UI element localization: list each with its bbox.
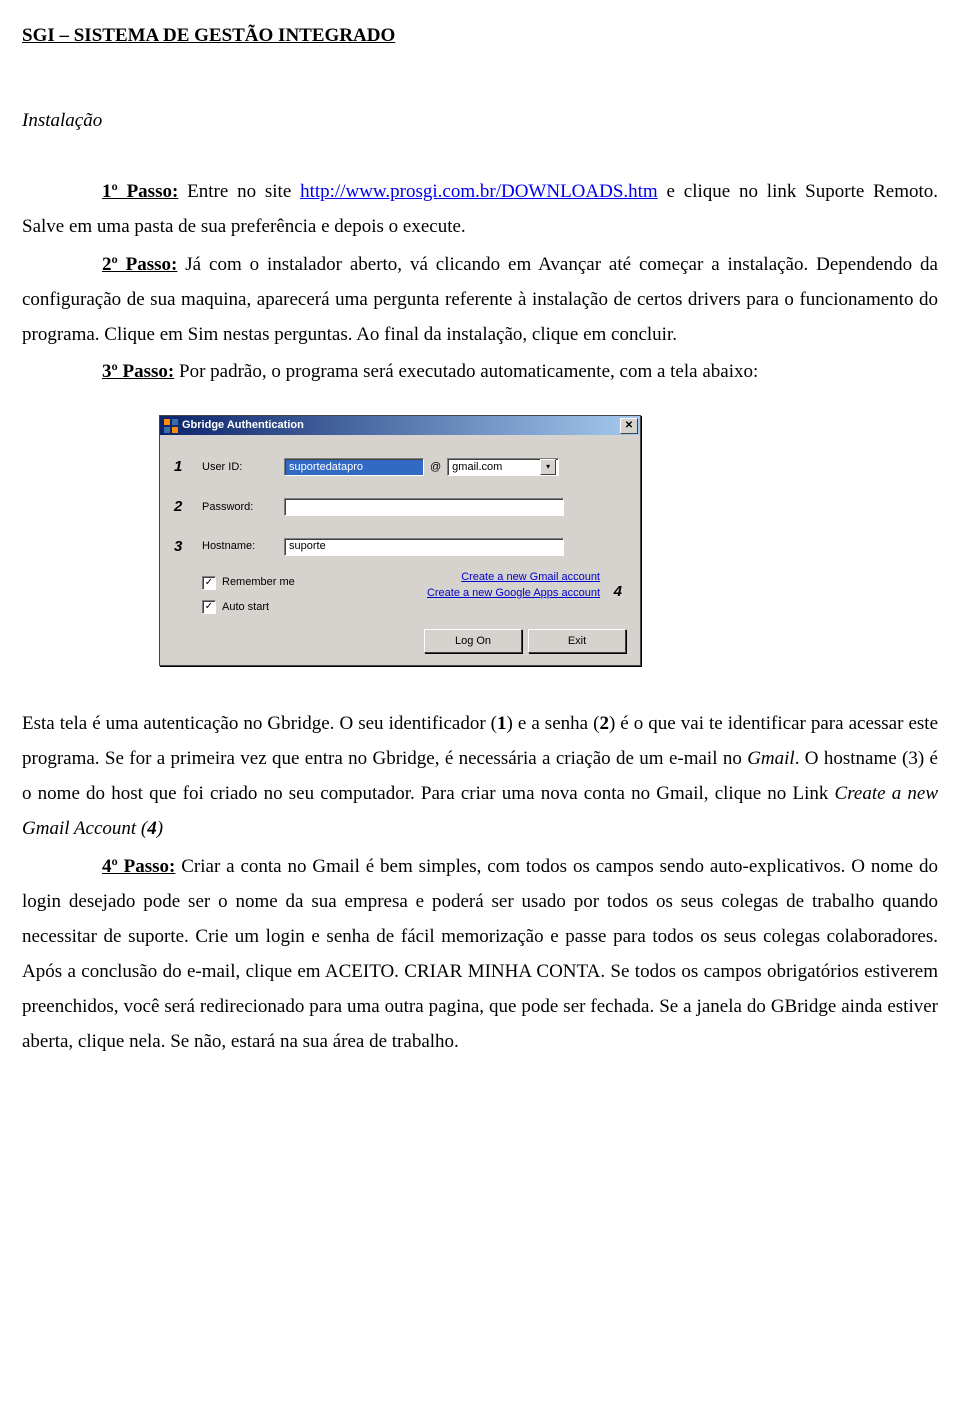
chevron-down-icon[interactable]: ▾	[540, 459, 556, 475]
password-label: Password:	[202, 497, 284, 517]
hostname-label: Hostname:	[202, 536, 284, 556]
log-on-button[interactable]: Log On	[424, 629, 522, 653]
inline-num-2: 2	[599, 713, 609, 734]
password-row: 2 Password:	[174, 493, 626, 521]
explanation-paragraph: Esta tela é uma autenticação no Gbridge.…	[22, 706, 938, 847]
step2-paragraph: 2º Passo: Já com o instalador aberto, vá…	[22, 247, 938, 352]
hostname-row: 3 Hostname: suporte	[174, 533, 626, 561]
gbridge-app-icon	[164, 419, 178, 433]
body2-a: Esta tela é uma autenticação no Gbridge.…	[22, 713, 497, 734]
step3-label: 3º Passo:	[102, 361, 174, 382]
download-url-link[interactable]: http://www.prosgi.com.br/DOWNLOADS.htm	[300, 181, 658, 202]
create-google-apps-link[interactable]: Create a new Google Apps account	[427, 586, 600, 601]
gmail-italic: Gmail	[747, 748, 795, 769]
step2-label: 2º Passo:	[102, 254, 177, 275]
step1-text-before: Entre no site	[178, 181, 300, 202]
domain-select[interactable]: gmail.com ▾	[447, 458, 559, 476]
close-button[interactable]: ✕	[620, 418, 638, 434]
at-symbol: @	[424, 457, 447, 477]
auto-start-label: Auto start	[222, 597, 269, 617]
auto-start-checkbox[interactable]: ✓	[202, 600, 216, 614]
marker-3: 3	[174, 533, 202, 561]
password-input[interactable]	[284, 498, 564, 516]
inline-num-1: 1	[497, 713, 507, 734]
exit-button[interactable]: Exit	[528, 629, 626, 653]
gbridge-auth-dialog: Gbridge Authentication ✕ 1 User ID: supo…	[159, 415, 641, 666]
step4-label: 4º Passo:	[102, 856, 175, 877]
body2-f: )	[157, 818, 163, 839]
step4-text: Criar a conta no Gmail é bem simples, co…	[22, 856, 938, 1053]
body2-e: (	[136, 818, 147, 839]
step1-label: 1º Passo:	[102, 181, 178, 202]
section-heading: Instalação	[22, 103, 938, 138]
step1-paragraph: 1º Passo: Entre no site http://www.prosg…	[22, 174, 938, 244]
hostname-input[interactable]: suporte	[284, 538, 564, 556]
userid-input[interactable]: suportedatapro	[284, 458, 424, 476]
document-title: SGI – SISTEMA DE GESTÃO INTEGRADO	[22, 18, 938, 53]
body2-b: ) e a senha (	[507, 713, 600, 734]
remember-me-checkbox[interactable]: ✓	[202, 576, 216, 590]
marker-4: 4	[614, 578, 622, 606]
remember-me-label: Remember me	[222, 572, 295, 592]
marker-2: 2	[174, 493, 202, 521]
create-gmail-link[interactable]: Create a new Gmail account	[427, 570, 600, 585]
step3-text: Por padrão, o programa será executado au…	[174, 361, 758, 382]
step4-paragraph: 4º Passo: Criar a conta no Gmail é bem s…	[22, 849, 938, 1060]
inline-num-4: 4	[147, 818, 157, 839]
userid-row: 1 User ID: suportedatapro @ gmail.com ▾	[174, 453, 626, 481]
dialog-titlebar: Gbridge Authentication ✕	[160, 416, 640, 435]
dialog-title: Gbridge Authentication	[182, 415, 304, 435]
marker-1: 1	[174, 453, 202, 481]
userid-label: User ID:	[202, 457, 284, 477]
step3-paragraph: 3º Passo: Por padrão, o programa será ex…	[22, 354, 938, 389]
domain-value: gmail.com	[452, 457, 502, 477]
